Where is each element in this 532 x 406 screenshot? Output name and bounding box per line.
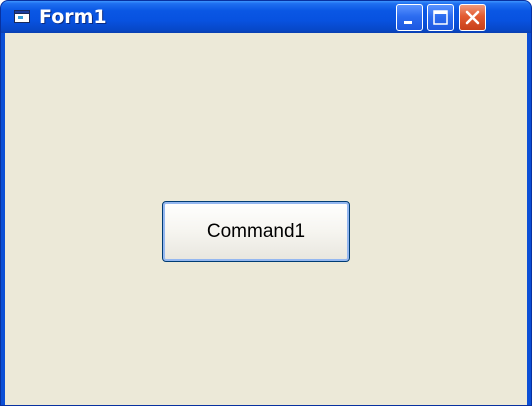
title-bar[interactable]: Form1	[1, 1, 531, 33]
window-title: Form1	[39, 6, 107, 28]
close-button[interactable]	[459, 4, 486, 31]
form-client-area: Command1	[5, 33, 527, 405]
close-icon	[465, 10, 480, 25]
maximize-button[interactable]	[427, 4, 454, 31]
form-window-icon[interactable]	[14, 10, 31, 24]
command1-button[interactable]: Command1	[162, 201, 350, 262]
minimize-button[interactable]	[396, 4, 423, 31]
maximize-icon	[433, 10, 448, 25]
form-window: Form1 Command1	[0, 0, 532, 406]
minimize-icon	[404, 21, 412, 24]
